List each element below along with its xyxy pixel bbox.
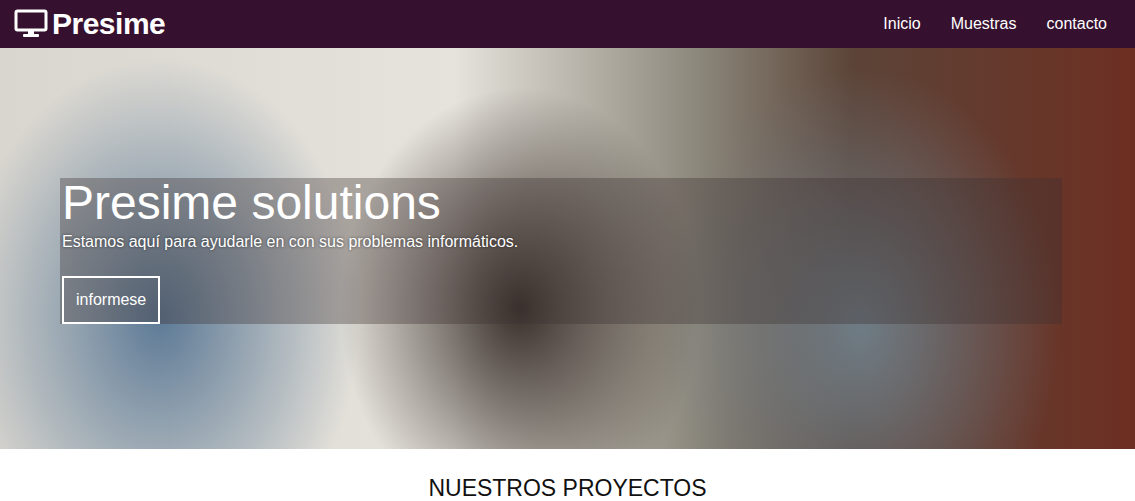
informese-button[interactable]: informese: [62, 276, 160, 324]
projects-section: NUESTROS PROYECTOS: [0, 449, 1135, 501]
nav-links: Inicio Muestras contacto: [883, 8, 1107, 40]
nav-link-item[interactable]: Inicio: [883, 8, 920, 40]
hero-subtitle: Estamos aquí para ayudarle en con sus pr…: [62, 230, 1060, 254]
nav-link-item[interactable]: Muestras: [951, 8, 1017, 40]
nav-link-item[interactable]: contacto: [1047, 8, 1107, 40]
brand-logo[interactable]: Presime: [14, 9, 165, 39]
top-navbar: Presime Inicio Muestras contacto: [0, 0, 1135, 48]
monitor-icon: [14, 9, 48, 39]
brand-name: Presime: [52, 9, 165, 39]
hero-title: Presime solutions: [62, 178, 1060, 228]
section-title: NUESTROS PROYECTOS: [0, 475, 1135, 501]
hero-caption: Presime solutionsEstamos aquí para ayuda…: [60, 178, 1062, 324]
hero-photo: Presime solutionsEstamos aquí para ayuda…: [0, 48, 1135, 449]
